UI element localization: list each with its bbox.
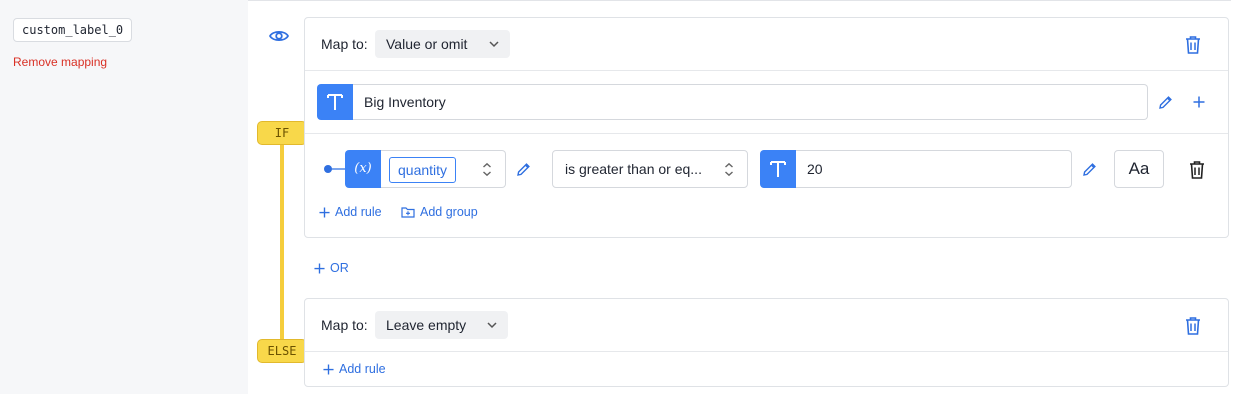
pencil-icon[interactable] bbox=[1157, 94, 1173, 110]
row-divider bbox=[305, 70, 1228, 71]
operator-value: is greater than or eq... bbox=[565, 161, 702, 177]
folder-plus-icon bbox=[401, 207, 415, 218]
else-tag: ELSE bbox=[257, 339, 307, 363]
updown-chevron-icon bbox=[483, 162, 491, 177]
add-rule-button[interactable]: Add rule bbox=[323, 362, 386, 376]
chevron-down-icon bbox=[487, 322, 497, 329]
field-name-chip: custom_label_0 bbox=[13, 18, 133, 42]
map-to-value: Value or omit bbox=[386, 36, 468, 52]
map-to-value: Leave empty bbox=[386, 317, 467, 333]
plus-icon bbox=[319, 206, 330, 218]
text-type-icon bbox=[317, 84, 353, 120]
row-divider bbox=[305, 351, 1228, 352]
add-group-label: Add group bbox=[420, 205, 478, 219]
updown-chevron-icon bbox=[725, 162, 733, 177]
delete-rule-icon[interactable] bbox=[1188, 160, 1206, 180]
map-to-select[interactable]: Leave empty bbox=[375, 311, 508, 339]
delete-icon[interactable] bbox=[1184, 316, 1202, 336]
pencil-icon[interactable] bbox=[1081, 161, 1097, 177]
plus-icon bbox=[314, 262, 325, 274]
map-to-label: Map to: bbox=[321, 317, 368, 333]
remove-mapping-link[interactable]: Remove mapping bbox=[13, 55, 107, 69]
variable-chip: quantity bbox=[389, 157, 457, 183]
add-rule-label: Add rule bbox=[339, 362, 386, 376]
top-divider bbox=[248, 0, 1231, 1]
chevron-down-icon bbox=[489, 41, 499, 48]
if-tag: IF bbox=[257, 121, 307, 145]
map-to-select[interactable]: Value or omit bbox=[375, 30, 510, 58]
variable-icon: (x) bbox=[345, 150, 381, 188]
pencil-icon[interactable] bbox=[515, 161, 531, 177]
add-rule-button[interactable]: Add rule bbox=[319, 205, 382, 219]
or-label: OR bbox=[330, 261, 349, 275]
plus-icon bbox=[323, 363, 334, 375]
text-type-icon bbox=[760, 150, 796, 188]
plus-icon[interactable] bbox=[1192, 95, 1206, 109]
row-divider bbox=[305, 133, 1228, 134]
mapping-sidebar: custom_label_0 Remove mapping bbox=[0, 0, 248, 394]
map-to-label: Map to: bbox=[321, 36, 368, 52]
variable-select[interactable]: quantity bbox=[381, 150, 506, 188]
eye-icon[interactable] bbox=[268, 27, 290, 45]
operator-select[interactable]: is greater than or eq... bbox=[552, 150, 748, 188]
delete-icon[interactable] bbox=[1184, 35, 1202, 55]
else-card: Map to: Leave empty Add rule bbox=[304, 298, 1229, 387]
add-or-button[interactable]: OR bbox=[314, 261, 349, 275]
condition-connector-line bbox=[280, 143, 284, 341]
add-rule-label: Add rule bbox=[335, 205, 382, 219]
output-text-input[interactable]: Big Inventory bbox=[353, 84, 1148, 120]
rule-connector-dot bbox=[324, 165, 347, 173]
add-group-button[interactable]: Add group bbox=[401, 205, 478, 219]
rule-value-input[interactable]: 20 bbox=[796, 150, 1072, 188]
text-mode-button[interactable]: Aa bbox=[1114, 150, 1164, 188]
if-card: Map to: Value or omit Big Inventory (x) … bbox=[304, 17, 1229, 238]
